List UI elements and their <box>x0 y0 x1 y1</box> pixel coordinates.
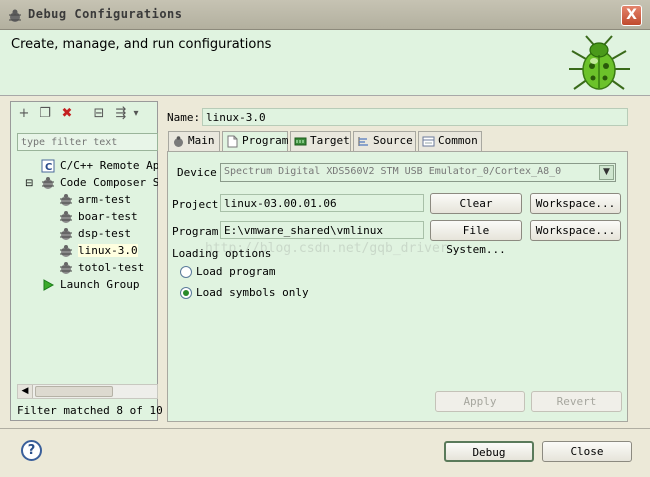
tab-label: Program <box>242 134 289 147</box>
collapse-toggle-icon[interactable]: ⊟ <box>25 178 33 189</box>
configuration-tree: C C/C++ Remote Appl ⊟ Code Composer St ar… <box>15 155 158 383</box>
load-program-radio[interactable] <box>180 266 192 278</box>
debug-button[interactable]: Debug <box>444 441 534 462</box>
tree-item-arm-test[interactable]: arm-test <box>59 191 131 208</box>
file-system-button[interactable]: File System... <box>430 220 522 256</box>
dialog-header: Create, manage, and run configurations <box>0 30 650 96</box>
name-label: Name: <box>167 111 201 124</box>
common-tab-icon <box>422 136 435 146</box>
device-selected-value: Spectrum Digital XDS560V2 STM USB Emulat… <box>224 166 562 177</box>
program-workspace-button[interactable]: Workspace... <box>530 220 621 241</box>
debug-config-icon <box>60 211 72 223</box>
scroll-left-arrow-icon[interactable]: ◀ <box>18 385 33 398</box>
close-button[interactable]: Close <box>542 441 632 462</box>
load-symbols-only-label: Load symbols only <box>196 286 309 299</box>
debug-config-icon <box>60 262 72 274</box>
tree-item-label: Launch Group <box>60 278 140 291</box>
configuration-toolbar: + ❐ ✖ ⊟ ⇶ ▾ <box>12 103 157 127</box>
configuration-tabs: Main Program Target Source Common <box>167 131 628 152</box>
code-composer-icon <box>42 177 55 189</box>
debug-config-icon <box>60 245 72 257</box>
device-label: Device <box>177 166 217 179</box>
debug-config-icon <box>60 228 72 240</box>
tab-label: Main <box>188 134 215 147</box>
tree-item-c-remote-app[interactable]: C C/C++ Remote Appl <box>41 157 158 174</box>
load-program-label: Load program <box>196 265 276 278</box>
loading-options-label: Loading options <box>172 247 272 260</box>
load-symbols-only-radio[interactable] <box>180 287 192 299</box>
filter-icon[interactable]: ⇶ <box>112 105 130 123</box>
scrollbar-thumb[interactable] <box>35 386 113 397</box>
title-bar[interactable]: Debug Configurations X <box>0 0 650 30</box>
tab-label: Source <box>373 134 413 147</box>
program-input[interactable] <box>220 221 424 239</box>
device-select[interactable]: Spectrum Digital XDS560V2 STM USB Emulat… <box>220 163 616 182</box>
tree-item-linux-3-0[interactable]: linux-3.0 <box>59 242 138 259</box>
bug-icon <box>569 35 630 90</box>
tab-common[interactable]: Common <box>418 131 482 151</box>
tree-item-label: arm-test <box>78 193 131 206</box>
project-label: Project <box>172 198 219 211</box>
tab-target[interactable]: Target <box>290 131 351 151</box>
tree-item-label: linux-3.0 <box>78 244 138 257</box>
duplicate-icon[interactable]: ❐ <box>36 105 54 123</box>
tab-label: Target <box>310 134 350 147</box>
delete-icon[interactable]: ✖ <box>58 105 76 123</box>
program-tab-icon <box>227 135 238 147</box>
tree-horizontal-scrollbar[interactable]: ◀ <box>17 384 158 399</box>
tree-item-label: Code Composer St <box>60 176 158 189</box>
window-title: Debug Configurations <box>28 7 183 21</box>
main-tab-icon <box>174 135 183 147</box>
tree-item-label: totol-test <box>78 261 145 274</box>
apply-button[interactable]: Apply <box>435 391 525 412</box>
close-icon: X <box>626 7 637 23</box>
project-input[interactable] <box>220 194 424 212</box>
project-workspace-button[interactable]: Workspace... <box>530 193 621 214</box>
tree-item-label: boar-test <box>78 210 138 223</box>
help-icon[interactable]: ? <box>21 440 42 461</box>
tree-item-code-composer[interactable]: ⊟ Code Composer St <box>25 174 158 191</box>
new-configuration-icon[interactable]: + <box>15 105 33 123</box>
revert-button[interactable]: Revert <box>531 391 622 412</box>
svg-text:C: C <box>45 162 52 173</box>
window-close-button[interactable]: X <box>621 5 642 26</box>
footer-separator <box>0 428 650 429</box>
program-label: Program <box>172 225 219 238</box>
tab-program[interactable]: Program <box>222 131 288 152</box>
tab-main[interactable]: Main <box>168 131 220 151</box>
load-symbols-only-option[interactable]: Load symbols only <box>180 286 309 299</box>
load-program-option[interactable]: Load program <box>180 265 275 278</box>
tab-label: Common <box>438 134 478 147</box>
debug-window-icon <box>9 9 21 22</box>
tree-item-boar-test[interactable]: boar-test <box>59 208 138 225</box>
tree-item-dsp-test[interactable]: dsp-test <box>59 225 131 242</box>
launch-group-icon <box>43 279 55 291</box>
chevron-down-icon[interactable]: ▼ <box>599 165 614 180</box>
tree-item-label: C/C++ Remote Appl <box>60 159 158 172</box>
collapse-all-icon[interactable]: ⊟ <box>90 105 108 123</box>
tree-item-launch-group[interactable]: Launch Group <box>41 276 139 293</box>
debug-config-icon <box>60 194 72 206</box>
filter-status-text: Filter matched 8 of 10 <box>17 404 163 417</box>
c-remote-app-icon: C <box>41 159 55 173</box>
target-tab-icon <box>294 137 307 145</box>
name-input[interactable] <box>202 108 628 126</box>
source-tab-icon <box>358 136 368 146</box>
tree-item-label: dsp-test <box>78 227 131 240</box>
header-title: Create, manage, and run configurations <box>11 37 272 52</box>
tree-item-totol-test[interactable]: totol-test <box>59 259 144 276</box>
filter-input[interactable] <box>17 133 158 151</box>
clear-button[interactable]: Clear <box>430 193 522 214</box>
tab-source[interactable]: Source <box>353 131 416 151</box>
dropdown-arrow-icon[interactable]: ▾ <box>130 105 142 123</box>
